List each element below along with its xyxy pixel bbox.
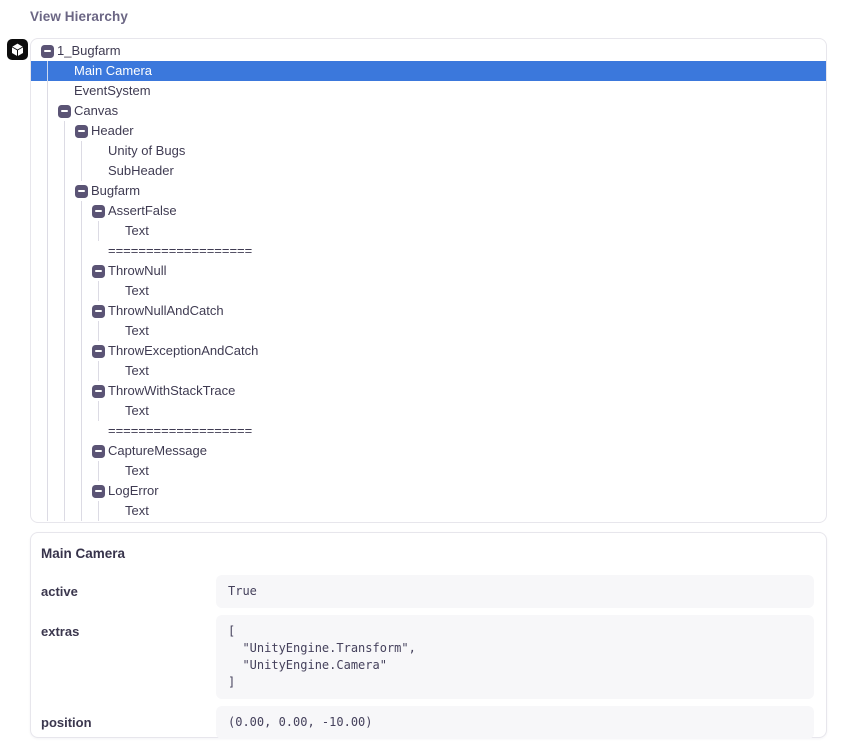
detail-value: (0.00, 0.00, -10.00) xyxy=(216,706,814,739)
tree-node[interactable]: Unity of Bugs xyxy=(31,141,826,161)
tree-node[interactable]: =================== xyxy=(31,421,826,441)
tree-node[interactable]: ThrowWithStackTrace xyxy=(31,381,826,401)
tree-node[interactable]: Header xyxy=(31,121,826,141)
tree-node-label: Main Camera xyxy=(31,61,826,81)
tree-node[interactable]: Main Camera xyxy=(31,61,826,81)
tree-node-label: Text xyxy=(31,221,826,241)
tree-node[interactable]: Canvas xyxy=(31,101,826,121)
tree-node-label: 1_Bugfarm xyxy=(31,41,826,61)
detail-label: position xyxy=(41,706,216,739)
tree-node[interactable]: ThrowNull xyxy=(31,261,826,281)
detail-row: activeTrue xyxy=(41,575,814,608)
tree-node[interactable]: Text xyxy=(31,361,826,381)
detail-value: [ "UnityEngine.Transform", "UnityEngine.… xyxy=(216,615,814,699)
tree-node-label: =================== xyxy=(31,241,826,261)
tree-node-label: Unity of Bugs xyxy=(31,141,826,161)
page-title: View Hierarchy xyxy=(30,9,128,24)
tree-node-label: =================== xyxy=(31,421,826,441)
tree-node-label: LogError xyxy=(31,481,826,501)
tree-node-label: Text xyxy=(31,321,826,341)
tree-node-label: ThrowNull xyxy=(31,261,826,281)
screen: View Hierarchy 1_BugfarmMain CameraEvent… xyxy=(0,0,855,750)
details-title: Main Camera xyxy=(41,543,814,561)
tree-node-label: Header xyxy=(31,121,826,141)
detail-label: extras xyxy=(41,615,216,699)
tree-node-label: Bugfarm xyxy=(31,181,826,201)
detail-rows: activeTrueextras[ "UnityEngine.Transform… xyxy=(41,575,814,739)
tree-node-label: Text xyxy=(31,401,826,421)
tree-node-label: AssertFalse xyxy=(31,201,826,221)
detail-row: position(0.00, 0.00, -10.00) xyxy=(41,706,814,739)
tree-node[interactable]: Text xyxy=(31,281,826,301)
tree-node[interactable]: CaptureMessage xyxy=(31,441,826,461)
tree-node[interactable]: EventSystem xyxy=(31,81,826,101)
hierarchy-tree: 1_BugfarmMain CameraEventSystemCanvasHea… xyxy=(30,38,827,523)
tree-node-label: SubHeader xyxy=(31,161,826,181)
tree-node-label: ThrowNullAndCatch xyxy=(31,301,826,321)
tree-node[interactable]: 1_Bugfarm xyxy=(31,41,826,61)
tree-node[interactable]: LogError xyxy=(31,481,826,501)
tree-node-label: Text xyxy=(31,281,826,301)
tree-node[interactable]: ThrowExceptionAndCatch xyxy=(31,341,826,361)
tree-node[interactable]: AssertFalse xyxy=(31,201,826,221)
tree-node-label: ThrowWithStackTrace xyxy=(31,381,826,401)
tree-node-label: ThrowExceptionAndCatch xyxy=(31,341,826,361)
unity-logo-icon xyxy=(7,39,28,60)
detail-value: True xyxy=(216,575,814,608)
tree-node-label: Canvas xyxy=(31,101,826,121)
tree-node[interactable]: ThrowNullAndCatch xyxy=(31,301,826,321)
tree-node[interactable]: =================== xyxy=(31,241,826,261)
tree-node[interactable]: SubHeader xyxy=(31,161,826,181)
details-panel: Main Camera activeTrueextras[ "UnityEngi… xyxy=(30,532,827,738)
tree-node-label: Text xyxy=(31,461,826,481)
tree-node-label: Text xyxy=(31,501,826,521)
tree-node-label: CaptureMessage xyxy=(31,441,826,461)
tree-node[interactable]: Text xyxy=(31,401,826,421)
tree-node[interactable]: Text xyxy=(31,321,826,341)
tree-node[interactable]: Text xyxy=(31,461,826,481)
tree-node[interactable]: Bugfarm xyxy=(31,181,826,201)
tree-node-label: EventSystem xyxy=(31,81,826,101)
tree-node[interactable]: Text xyxy=(31,501,826,521)
tree-node-label: Text xyxy=(31,361,826,381)
detail-row: extras[ "UnityEngine.Transform", "UnityE… xyxy=(41,615,814,699)
detail-label: active xyxy=(41,575,216,608)
tree-node[interactable]: Text xyxy=(31,221,826,241)
